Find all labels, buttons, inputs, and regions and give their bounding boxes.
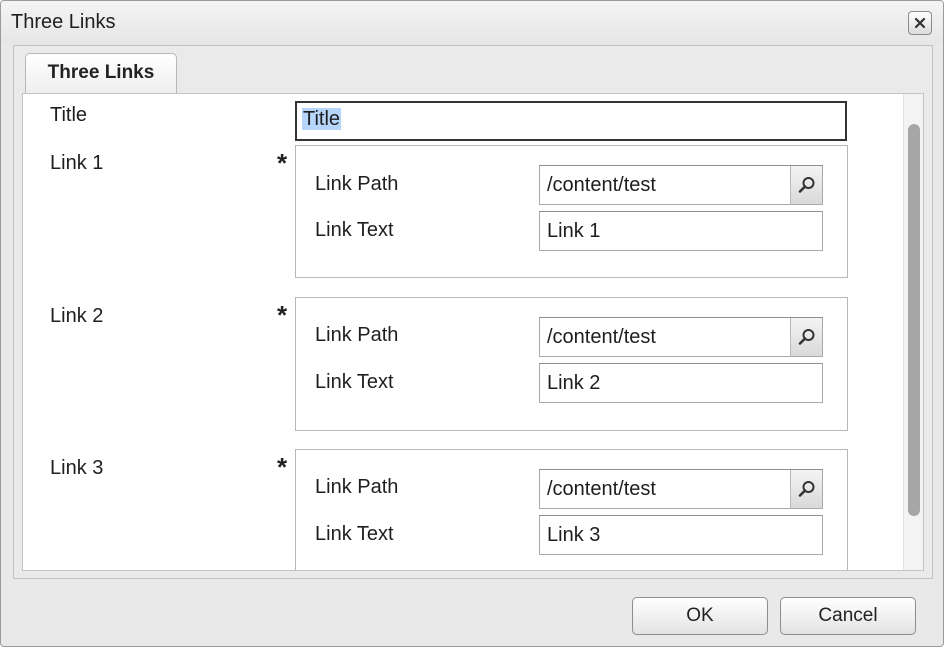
ok-button[interactable]: OK [632, 597, 768, 635]
link-text-label: Link Text [315, 371, 394, 393]
scrollbar-thumb[interactable] [908, 124, 920, 516]
link-3-browse-button[interactable] [790, 470, 822, 508]
close-icon [914, 17, 926, 29]
link-3-path-field[interactable]: /content/test [539, 469, 823, 509]
title-label: Title [50, 104, 88, 126]
link-1-fieldset: Link Path /content/test Link Text Link 1 [295, 145, 848, 278]
required-marker: * [277, 148, 288, 178]
search-icon [798, 177, 814, 193]
tab-content: Title Title Link 1 * Link Path /content/… [22, 93, 924, 571]
required-marker: * [277, 452, 288, 482]
link-2-text-value: Link 2 [547, 372, 601, 394]
required-marker: * [277, 300, 288, 330]
tab-three-links[interactable]: Three Links [25, 53, 177, 93]
dialog-window: Three Links Three Links Title Title Link… [0, 0, 944, 647]
link-2-browse-button[interactable] [790, 318, 822, 356]
title-input[interactable]: Title [295, 101, 847, 141]
search-icon [798, 481, 814, 497]
search-icon [798, 329, 814, 345]
link-text-label: Link Text [315, 219, 394, 241]
link-1-path-field[interactable]: /content/test [539, 165, 823, 205]
link-2-path-value: /content/test [547, 326, 656, 348]
link-2-fieldset: Link Path /content/test Link Text Link 2 [295, 297, 848, 431]
link-1-browse-button[interactable] [790, 166, 822, 204]
link-2-path-field[interactable]: /content/test [539, 317, 823, 357]
tab-panel: Three Links Title Title Link 1 * Link Pa… [13, 45, 933, 579]
cancel-button[interactable]: Cancel [780, 597, 916, 635]
link-3-text-value: Link 3 [547, 524, 601, 546]
link-3-text-field[interactable]: Link 3 [539, 515, 823, 555]
link-3-fieldset: Link Path /content/test Link Text Link 3 [295, 449, 848, 570]
link-1-text-field[interactable]: Link 1 [539, 211, 823, 251]
title-bar: Three Links [1, 1, 943, 45]
title-input-value: Title [302, 108, 342, 130]
link-2-label: Link 2 [50, 305, 104, 327]
link-3-label: Link 3 [50, 457, 104, 479]
link-path-label: Link Path [315, 476, 399, 498]
link-path-label: Link Path [315, 173, 399, 195]
close-button[interactable] [908, 11, 932, 35]
link-1-path-value: /content/test [547, 174, 656, 196]
link-path-label: Link Path [315, 324, 399, 346]
link-1-label: Link 1 [50, 152, 104, 174]
window-title: Three Links [11, 11, 116, 33]
link-2-text-field[interactable]: Link 2 [539, 363, 823, 403]
link-text-label: Link Text [315, 523, 394, 545]
link-1-text-value: Link 1 [547, 220, 601, 242]
link-3-path-value: /content/test [547, 478, 656, 500]
